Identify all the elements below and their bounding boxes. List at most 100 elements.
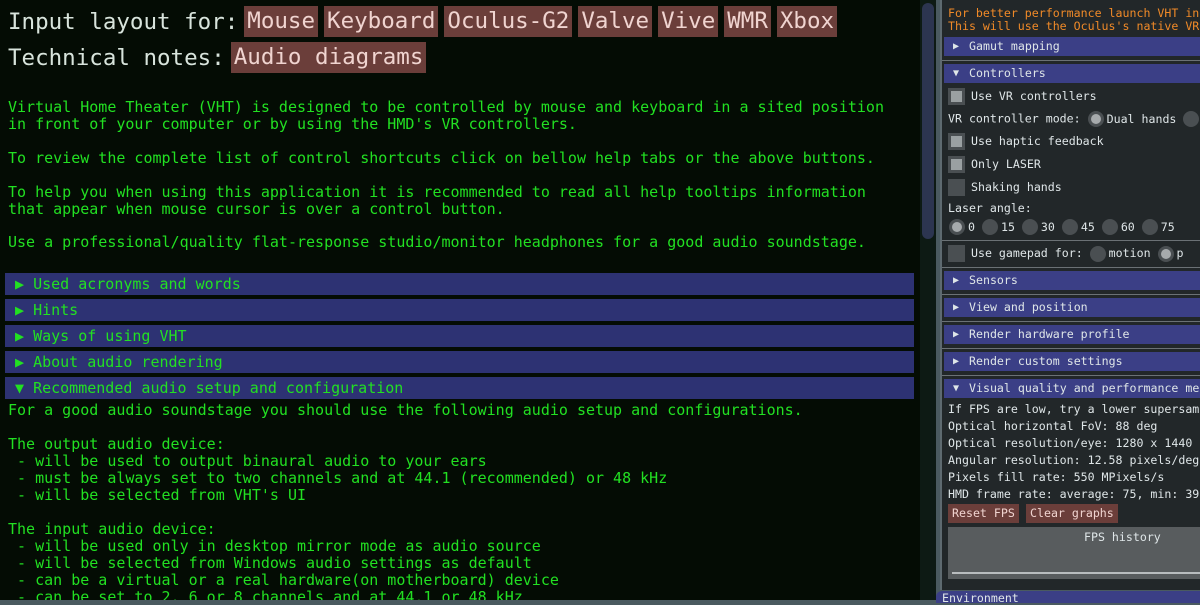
radio-label: 15: [1000, 219, 1015, 234]
section-visual-quality[interactable]: ▼ Visual quality and performance me: [944, 379, 1200, 398]
shaking-hands-checkbox[interactable]: Shaking hands: [948, 179, 1062, 196]
environment-window-title[interactable]: Environment: [936, 591, 1200, 605]
section-label: Controllers: [969, 66, 1046, 80]
section-label: Recommended audio setup and configuratio…: [33, 379, 404, 397]
section-label: View and position: [969, 300, 1088, 314]
use-gamepad-checkbox[interactable]: Use gamepad for:: [948, 245, 1083, 262]
collapse-arrow-icon: ▼: [953, 68, 960, 79]
collapse-arrow-icon: ▼: [953, 383, 960, 394]
radio-icon: [1101, 219, 1118, 235]
section-about-audio-rendering[interactable]: ▶ About audio rendering: [5, 351, 914, 373]
mode-label: VR controller mode:: [948, 111, 1081, 126]
checkbox-label: Use gamepad for:: [971, 246, 1083, 260]
divider: [942, 267, 1200, 268]
laser-angle-75[interactable]: 75: [1141, 219, 1175, 235]
input-layout-row: Input layout for: Mouse Keyboard Oculus-…: [8, 6, 838, 37]
fps-hint: If FPS are low, try a lower supersamp: [948, 402, 1200, 416]
checkbox-label: Use haptic feedback: [971, 134, 1104, 148]
radio-icon: [949, 219, 965, 235]
laser-angle-45[interactable]: 45: [1061, 219, 1095, 235]
vr-controller-mode-row: VR controller mode: Dual hands: [948, 111, 1200, 127]
audio-diagrams-button[interactable]: Audio diagrams: [230, 42, 427, 73]
section-render-custom-settings[interactable]: ▶ Render custom settings: [944, 352, 1200, 371]
divider: [942, 375, 1200, 376]
recommended-audio-text: For a good audio soundstage you should u…: [8, 401, 803, 601]
oculus-g2-button[interactable]: Oculus-G2: [444, 6, 573, 37]
radio-icon: [1087, 111, 1104, 127]
expand-arrow-icon: ▶: [953, 41, 960, 52]
section-label: Ways of using VHT: [33, 327, 187, 345]
radio-icon: [981, 219, 998, 235]
radio-label: motion: [1108, 246, 1151, 260]
radio-icon: [1089, 245, 1106, 262]
only-laser-checkbox[interactable]: Only LASER: [948, 156, 1041, 173]
checkbox-icon: [948, 156, 965, 173]
divider: [942, 294, 1200, 295]
use-vr-controllers-checkbox[interactable]: Use VR controllers: [948, 88, 1097, 105]
divider: [942, 60, 1200, 61]
laser-angle-0[interactable]: 0: [949, 219, 975, 235]
input-layout-label: Input layout for:: [8, 8, 239, 35]
wmr-button[interactable]: WMR: [724, 6, 771, 37]
clear-graphs-button[interactable]: Clear graphs: [1026, 504, 1118, 523]
section-label: Visual quality and performance me: [969, 381, 1200, 395]
intro-text-1: Virtual Home Theater (VHT) is designed t…: [8, 98, 884, 133]
keyboard-button[interactable]: Keyboard: [324, 6, 439, 37]
expand-arrow-icon: ▶: [953, 329, 960, 340]
graph-title: FPS history: [1084, 530, 1161, 544]
radio-label: 30: [1040, 219, 1055, 234]
hmd-frame-rate: HMD frame rate: average: 75, min: 39,: [948, 487, 1200, 501]
section-ways-of-using[interactable]: ▶ Ways of using VHT: [5, 325, 914, 347]
gamepad-p-radio[interactable]: p: [1157, 245, 1184, 262]
warning-line-2: This will use the Oculus's native VR: [948, 19, 1200, 33]
laser-angle-15[interactable]: 15: [981, 219, 1015, 235]
divider: [942, 348, 1200, 349]
gamepad-motion-radio[interactable]: motion: [1089, 245, 1151, 262]
radio-label: 60: [1120, 219, 1135, 234]
expand-arrow-icon: ▶: [953, 302, 960, 313]
mouse-button[interactable]: Mouse: [244, 6, 319, 37]
warning-line-1: For better performance launch VHT in: [948, 6, 1200, 20]
section-view-position[interactable]: ▶ View and position: [944, 298, 1200, 317]
divider: [942, 240, 1200, 241]
help-window: Input layout for: Mouse Keyboard Oculus-…: [0, 0, 920, 600]
reset-fps-button[interactable]: Reset FPS: [948, 504, 1019, 523]
radio-icon: [1157, 245, 1174, 262]
intro-text-4: Use a professional/quality flat-response…: [8, 233, 866, 251]
laser-angle-radios: 0 15 30 45 60 75: [949, 219, 1175, 235]
technical-notes-label: Technical notes:: [8, 44, 225, 71]
valve-button[interactable]: Valve: [578, 6, 653, 37]
checkbox-icon: [948, 245, 965, 262]
fps-line: [952, 572, 1200, 574]
laser-angle-30[interactable]: 30: [1021, 219, 1055, 235]
haptic-feedback-checkbox[interactable]: Use haptic feedback: [948, 133, 1104, 150]
section-controllers[interactable]: ▼ Controllers: [944, 64, 1200, 83]
radio-icon: [1021, 219, 1038, 235]
radio-label: p: [1176, 246, 1184, 260]
radio-icon[interactable]: [1183, 111, 1200, 127]
laser-angle-60[interactable]: 60: [1101, 219, 1135, 235]
section-sensors[interactable]: ▶ Sensors: [944, 271, 1200, 290]
radio-label: Dual hands: [1106, 111, 1177, 126]
expand-arrow-icon: ▶: [953, 356, 960, 367]
help-scrollbar-thumb[interactable]: [922, 3, 934, 239]
radio-icon: [1141, 219, 1158, 235]
checkbox-label: Only LASER: [971, 157, 1041, 171]
checkbox-label: Use VR controllers: [971, 89, 1097, 103]
section-label: Used acronyms and words: [33, 275, 241, 293]
section-gamut-mapping[interactable]: ▶ Gamut mapping: [944, 37, 1200, 56]
dual-hands-radio[interactable]: Dual hands: [1087, 111, 1177, 127]
vive-button[interactable]: Vive: [658, 6, 719, 37]
technical-notes-row: Technical notes: Audio diagrams: [8, 42, 427, 73]
checkbox-icon: [948, 179, 965, 196]
section-label: Gamut mapping: [969, 39, 1060, 53]
xbox-button[interactable]: Xbox: [776, 6, 838, 37]
section-recommended-audio-setup[interactable]: ▼ Recommended audio setup and configurat…: [5, 377, 914, 399]
section-render-hardware-profile[interactable]: ▶ Render hardware profile: [944, 325, 1200, 344]
checkbox-icon: [948, 133, 965, 150]
section-used-acronyms[interactable]: ▶ Used acronyms and words: [5, 273, 914, 295]
checkbox-label: Shaking hands: [971, 180, 1062, 194]
radio-label: 0: [968, 219, 975, 234]
section-hints[interactable]: ▶ Hints: [5, 299, 914, 321]
section-label: About audio rendering: [33, 353, 223, 371]
